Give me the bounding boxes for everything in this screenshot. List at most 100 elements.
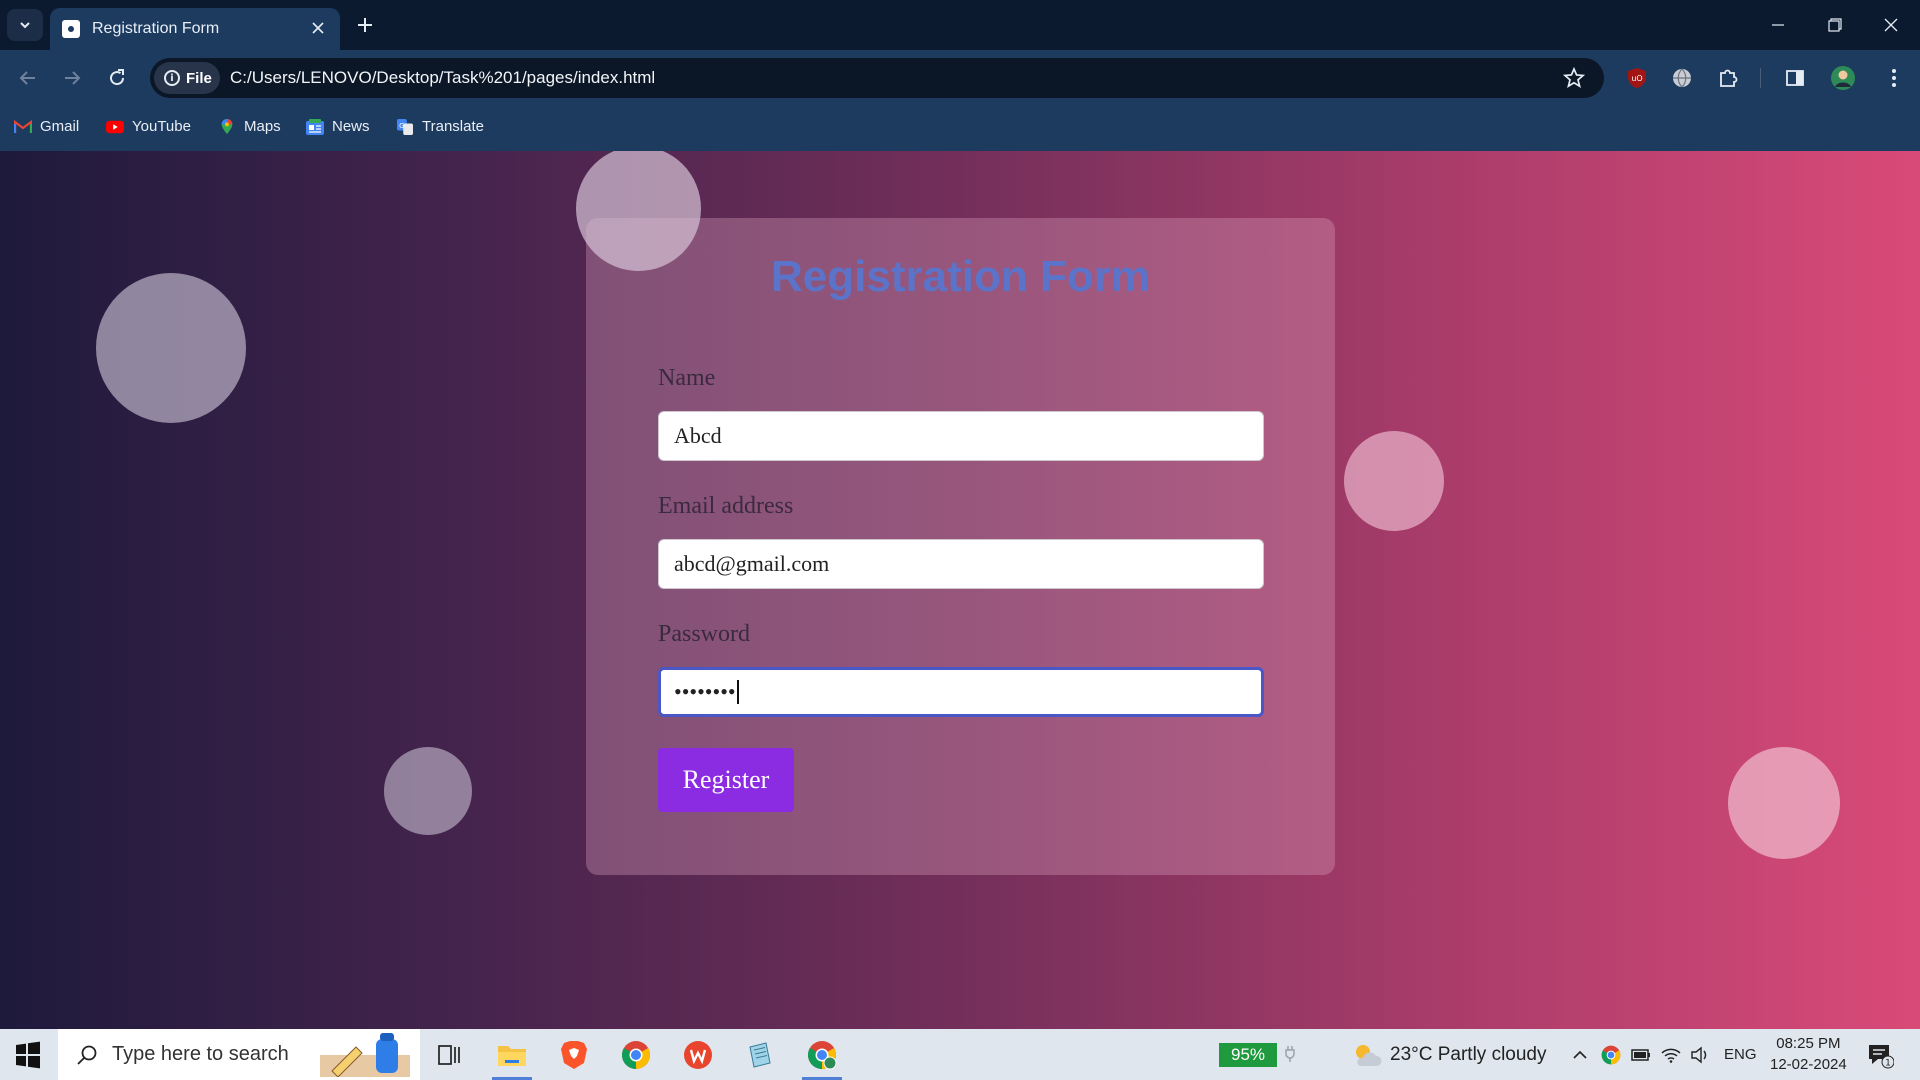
bookmark-label: YouTube [132,118,191,135]
side-panel-icon [1786,70,1804,86]
browser-menu-button[interactable] [1880,64,1908,92]
file-explorer-app[interactable] [486,1034,538,1080]
decorative-bubble [1728,747,1840,859]
tray-battery[interactable] [1630,1044,1652,1066]
partly-cloudy-icon [1356,1045,1382,1066]
search-icon [77,1045,97,1065]
maps-icon [221,118,233,134]
url-text[interactable]: C:/Users/LENOVO/Desktop/Task%201/pages/i… [230,68,655,88]
side-panel-button[interactable] [1781,64,1809,92]
tab-title: Registration Form [92,20,220,37]
minimize-button[interactable] [1763,10,1793,40]
browser-toolbar: i File C:/Users/LENOVO/Desktop/Task%201/… [0,50,1920,106]
new-tab-button[interactable] [352,12,378,38]
news-icon [306,118,324,135]
bookmark-translate[interactable]: G Translate [396,118,484,135]
notepad-app[interactable] [734,1034,786,1076]
tray-volume[interactable] [1689,1044,1711,1066]
bookmarks-bar: Gmail YouTube Maps News G Translate [0,106,1920,151]
windows-start-button[interactable] [14,1041,42,1069]
browser-tab[interactable]: Registration Form [50,8,340,50]
browser-titlebar: Registration Form [0,0,1920,50]
reload-button[interactable] [103,64,131,92]
clock-date: 12-02-2024 [1770,1056,1847,1073]
chrome-icon [622,1041,650,1069]
bookmark-news[interactable]: News [306,118,370,135]
vpn-extension-button[interactable] [1668,64,1696,92]
input-language[interactable]: ENG [1724,1046,1757,1063]
brave-browser-app[interactable] [548,1034,600,1076]
form-title: Registration Form [771,252,1150,301]
close-icon [1884,18,1898,32]
address-bar[interactable]: i File C:/Users/LENOVO/Desktop/Task%201/… [150,58,1604,98]
ublock-extension-button[interactable]: uO [1623,64,1651,92]
chrome-active-window[interactable] [796,1034,848,1080]
system-clock[interactable]: 08:25 PM 12-02-2024 [1770,1033,1847,1075]
extensions-button[interactable] [1714,64,1742,92]
bookmark-maps[interactable]: Maps [218,118,281,135]
name-input-value: Abcd [674,423,722,448]
kebab-menu-icon [1892,69,1896,87]
avatar [1831,66,1855,90]
site-info-chip[interactable]: i File [154,62,220,94]
bookmark-gmail[interactable]: Gmail [14,118,79,135]
close-window-button[interactable] [1876,10,1906,40]
svg-text:G: G [399,120,405,129]
chrome-app[interactable] [610,1034,662,1076]
bookmark-youtube[interactable]: YouTube [106,118,191,135]
wps-office-app[interactable] [672,1034,724,1076]
email-input[interactable]: abcd@gmail.com [658,539,1264,589]
registration-card: Registration Form Name Abcd Email addres… [586,218,1335,875]
bookmark-label: Translate [422,118,484,135]
show-hidden-icons-button[interactable] [1569,1044,1591,1066]
reload-icon [110,69,125,86]
tab-close-button[interactable] [308,18,328,38]
bookmark-label: Maps [244,118,281,135]
task-view-button[interactable] [424,1034,476,1076]
restore-button[interactable] [1820,10,1850,40]
wps-office-icon [684,1041,712,1069]
password-input[interactable]: •••••••• [658,667,1264,717]
translate-icon: G [397,118,413,135]
search-placeholder: Type here to search [112,1043,289,1065]
weather-widget[interactable]: 23°C Partly cloudy [1352,1042,1547,1068]
weather-text: 23°C Partly cloudy [1390,1044,1547,1065]
charging-plug-icon [1285,1046,1295,1062]
decorative-bubble [1344,431,1444,531]
battery-percentage[interactable]: 95% [1219,1043,1277,1067]
chrome-icon [1601,1045,1621,1065]
bookmark-star-button[interactable] [1562,66,1586,90]
bookmark-label: Gmail [40,118,80,135]
star-icon [1563,67,1585,88]
chevron-down-icon [20,22,30,29]
forward-button[interactable] [58,64,86,92]
notification-center-button[interactable]: 1 [1866,1041,1895,1069]
tray-chrome[interactable] [1600,1044,1622,1066]
speaker-icon [1691,1046,1707,1064]
page-favicon-icon [62,20,80,38]
back-button[interactable] [14,64,42,92]
decorative-bubble [576,151,701,271]
tray-wifi[interactable] [1660,1044,1682,1066]
tab-search-button[interactable] [7,9,43,41]
brave-lion-icon [561,1041,587,1069]
profile-button[interactable] [1829,64,1857,92]
bookmark-label: News [332,118,370,135]
password-input-value: •••••••• [674,679,736,704]
decorative-bubble [384,747,472,835]
notepad-icon [749,1042,771,1068]
name-input[interactable]: Abcd [658,411,1264,461]
toolbar-separator [1760,68,1761,88]
wifi-icon [1661,1048,1681,1063]
page-viewport: Registration Form Name Abcd Email addres… [0,151,1920,1029]
text-caret [736,680,739,704]
register-button[interactable]: Register [658,748,794,812]
site-chip-label: File [186,69,212,87]
ublock-shield-icon: uO [1628,68,1646,88]
taskbar-search-box[interactable]: Type here to search [58,1029,420,1080]
search-highlight-illustration-icon [320,1033,410,1077]
globe-icon [1673,68,1691,88]
email-input-value: abcd@gmail.com [674,551,830,576]
notification-count: 1 [1885,1059,1891,1069]
chrome-icon [808,1041,837,1070]
